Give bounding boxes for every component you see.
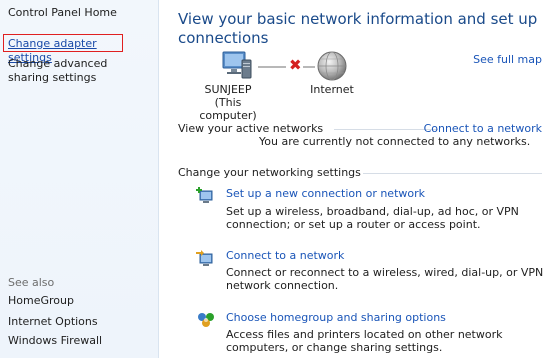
internet-options-link[interactable]: Internet Options bbox=[8, 315, 98, 328]
computer-icon[interactable] bbox=[221, 50, 253, 83]
connect-network-icon bbox=[196, 249, 216, 267]
sidebar: Control Panel Home Change adapter settin… bbox=[0, 0, 159, 358]
connect-to-network-link[interactable]: Connect to a network bbox=[424, 122, 542, 135]
control-panel-home-link[interactable]: Control Panel Home bbox=[8, 6, 117, 19]
computer-name: SUNJEEP bbox=[204, 83, 252, 96]
section-divider bbox=[363, 173, 542, 174]
windows-firewall-link[interactable]: Windows Firewall bbox=[8, 334, 102, 347]
connect-network-description: Connect or reconnect to a wireless, wire… bbox=[226, 266, 544, 292]
homegroup-sharing-description: Access files and printers located on oth… bbox=[226, 328, 503, 354]
active-networks-heading: View your active networks bbox=[178, 122, 324, 135]
homegroup-sharing-link[interactable]: Choose homegroup and sharing options bbox=[226, 311, 446, 324]
change-adapter-settings-link[interactable]: Change adapter settings bbox=[3, 34, 123, 64]
networking-settings-heading: Change your networking settings bbox=[178, 166, 361, 179]
change-advanced-sharing-link[interactable]: Change advanced sharing settings bbox=[8, 57, 148, 85]
see-also-heading: See also bbox=[8, 276, 55, 289]
setup-connection-description: Set up a wireless, broadband, dial-up, a… bbox=[226, 205, 519, 231]
see-full-map-link[interactable]: See full map bbox=[473, 53, 542, 66]
computer-name-label: SUNJEEP (This computer) bbox=[186, 83, 270, 122]
computer-subtitle: (This computer) bbox=[199, 96, 257, 122]
disconnected-x-icon: ✖ bbox=[289, 56, 302, 74]
connection-line bbox=[258, 66, 286, 68]
connection-line bbox=[303, 66, 315, 68]
not-connected-status: You are currently not connected to any n… bbox=[259, 135, 531, 148]
homegroup-link[interactable]: HomeGroup bbox=[8, 294, 74, 307]
homegroup-icon bbox=[196, 311, 216, 329]
internet-label: Internet bbox=[310, 83, 354, 96]
internet-globe-icon[interactable] bbox=[316, 50, 348, 85]
new-connection-icon bbox=[196, 186, 216, 204]
section-divider bbox=[334, 129, 438, 130]
page-title: View your basic network information and … bbox=[178, 10, 538, 47]
setup-connection-link[interactable]: Set up a new connection or network bbox=[226, 187, 425, 200]
connect-network-task-link[interactable]: Connect to a network bbox=[226, 249, 344, 262]
